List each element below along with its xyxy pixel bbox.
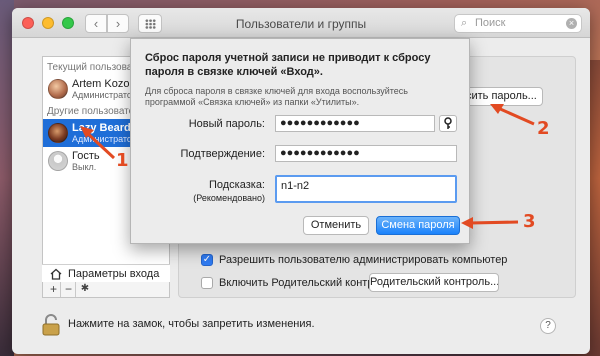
title-bar: ‹ › Пользователи и группы ⌕ Поиск × [12, 8, 590, 38]
search-icon: ⌕ [461, 17, 468, 29]
search-field[interactable]: ⌕ Поиск × [454, 14, 582, 33]
avatar [48, 79, 68, 99]
user-role: Администратор [72, 134, 137, 144]
login-options-item[interactable]: Параметры входа [42, 264, 170, 282]
hint-label: Подсказка: [208, 179, 265, 191]
new-password-label: Новый пароль: [188, 118, 265, 130]
parental-control-button[interactable]: Родительский контроль... [369, 273, 499, 292]
allow-admin-checkbox[interactable]: ✓ [201, 254, 213, 266]
user-role: Администратор [72, 90, 137, 100]
sheet-note: Для сброса пароля в связке ключей для вх… [145, 86, 408, 107]
new-password-field[interactable]: ●●●●●●●●●●●● [275, 115, 435, 132]
hint-field[interactable]: n1-n2 [275, 175, 457, 203]
change-password-button[interactable]: Смена пароля [376, 216, 460, 235]
allow-admin-label: Разрешить пользователю администрировать … [219, 254, 508, 266]
callout-3: 3 [523, 211, 536, 232]
sheet-title: Сброс пароля учетной записи не приводит … [145, 52, 431, 78]
search-placeholder: Поиск [475, 17, 506, 29]
lock-icon[interactable] [42, 314, 60, 336]
sidebar-controls: + − ✱ [42, 282, 170, 298]
cancel-button[interactable]: Отменить [303, 216, 369, 235]
parental-control-row[interactable]: Включить Родительский контроль [201, 276, 391, 290]
lock-hint-text: Нажмите на замок, чтобы запретить измене… [68, 318, 315, 330]
reset-password-sheet: Сброс пароля учетной записи не приводит … [130, 38, 470, 244]
house-icon [50, 268, 62, 280]
guest-avatar-icon [48, 151, 68, 171]
user-role: Выкл. [72, 162, 97, 172]
user-name: Lazy Beard [72, 122, 131, 134]
key-icon [444, 117, 452, 129]
clear-search-icon[interactable]: × [566, 18, 577, 29]
help-button[interactable]: ? [540, 318, 556, 334]
user-name: Гость [72, 150, 100, 162]
reset-password-button[interactable]: сить пароль... [465, 87, 543, 106]
confirm-password-label: Подтверждение: [180, 148, 265, 160]
parental-control-checkbox[interactable] [201, 277, 213, 289]
confirm-password-field[interactable]: ●●●●●●●●●●●● [275, 145, 457, 162]
allow-admin-row[interactable]: ✓ Разрешить пользователю администрироват… [201, 253, 507, 267]
avatar [48, 123, 68, 143]
remove-user-button[interactable]: − [62, 282, 76, 297]
gear-icon[interactable]: ✱ [78, 282, 92, 297]
callout-2: 2 [537, 118, 550, 139]
callout-1: 1 [116, 150, 129, 171]
password-assistant-button[interactable] [439, 115, 457, 132]
hint-sublabel: (Рекомендовано) [193, 193, 265, 203]
parental-control-label: Включить Родительский контроль [219, 277, 392, 289]
login-options-label: Параметры входа [68, 268, 160, 280]
add-user-button[interactable]: + [47, 282, 61, 297]
